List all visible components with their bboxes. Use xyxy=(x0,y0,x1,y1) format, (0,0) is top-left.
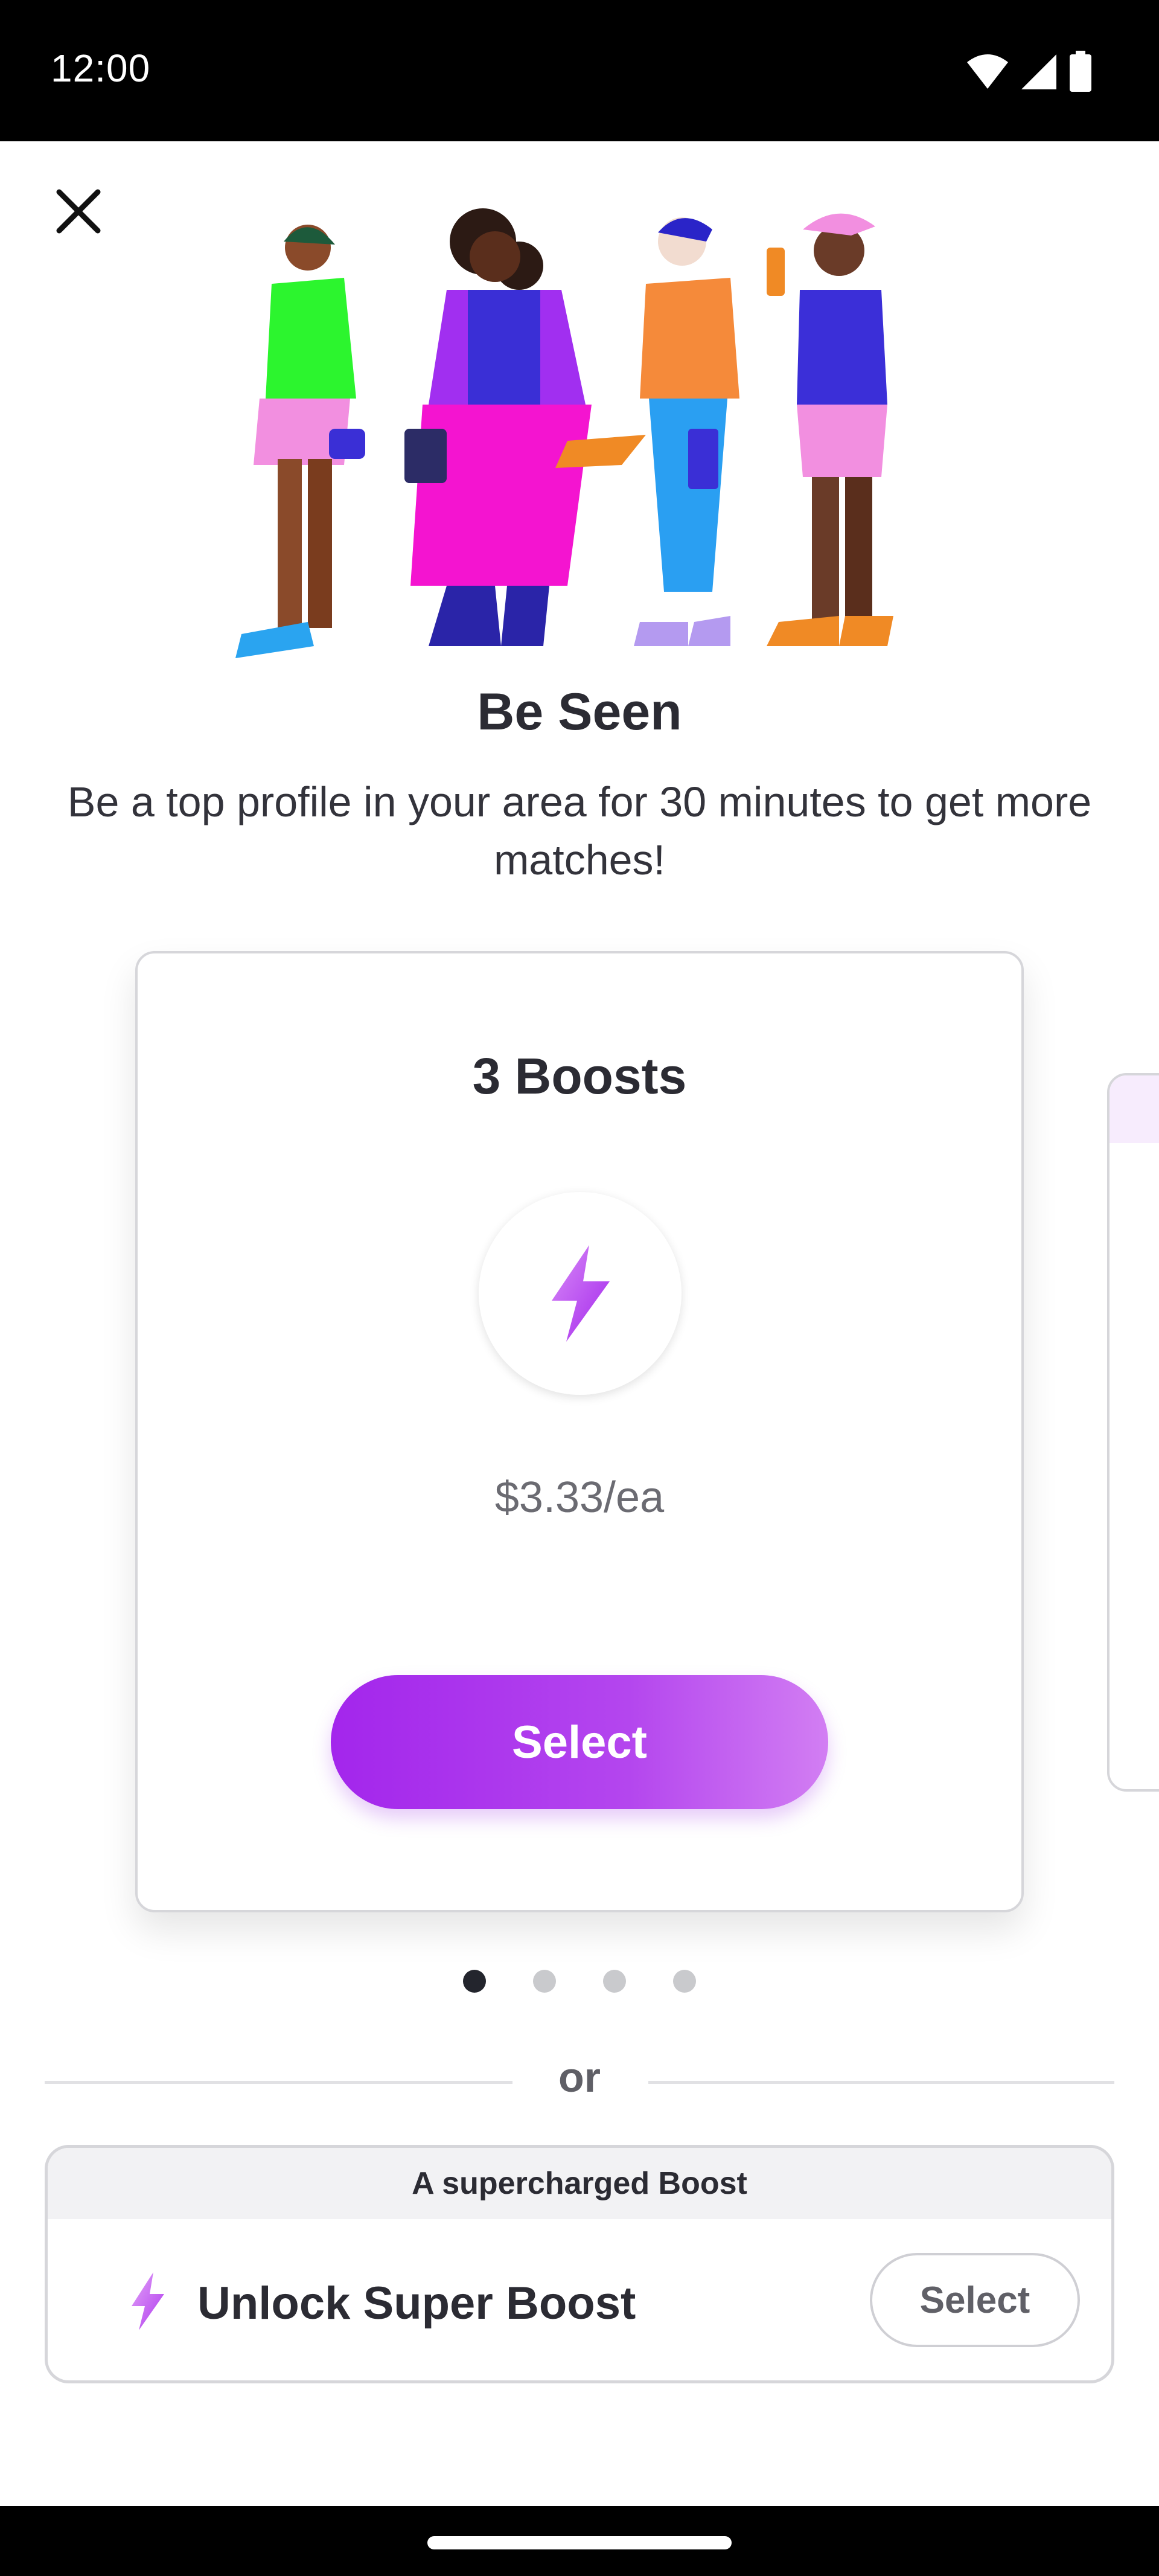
super-boost-header: A supercharged Boost xyxy=(48,2148,1111,2219)
status-time: 12:00 xyxy=(51,46,151,90)
page-title: Be Seen xyxy=(477,683,682,741)
super-boost-select-button[interactable]: Select xyxy=(870,2253,1080,2347)
super-boost-row: Unlock Super Boost Select xyxy=(48,2219,1111,2380)
status-icons xyxy=(966,51,1093,93)
next-card-header xyxy=(1110,1075,1159,1143)
lightning-bolt-icon xyxy=(552,1245,610,1342)
close-icon xyxy=(56,189,101,234)
battery-icon xyxy=(1070,51,1091,92)
status-bar: 12:00 xyxy=(0,0,1159,141)
carousel-pagination xyxy=(0,1970,1159,1993)
or-label: or xyxy=(558,2054,601,2101)
super-boost-label: Unlock Super Boost xyxy=(197,2278,636,2329)
boost-package-card[interactable]: 3 Boosts $3.33/ea Select xyxy=(135,951,1024,1912)
page-subtitle: Be a top profile in your area for 30 min… xyxy=(67,778,1092,883)
close-button[interactable] xyxy=(42,175,115,248)
wifi-icon xyxy=(967,54,1008,89)
boost-card-title: 3 Boosts xyxy=(472,1048,687,1104)
lightning-bolt-icon xyxy=(132,2272,164,2330)
cellular-signal-icon xyxy=(1021,54,1056,89)
next-package-card[interactable] xyxy=(1107,1073,1159,1792)
pagination-dot[interactable] xyxy=(533,1970,556,1993)
pagination-dot[interactable] xyxy=(673,1970,696,1993)
super-boost-option[interactable]: A supercharged Boost Unlock Super Boost … xyxy=(45,2145,1114,2383)
people-illustration xyxy=(235,208,893,658)
select-button[interactable]: Select xyxy=(331,1675,828,1809)
pagination-dot[interactable] xyxy=(463,1970,486,1993)
boost-price: $3.33/ea xyxy=(494,1473,665,1522)
boost-icon-circle xyxy=(479,1192,682,1395)
home-gesture-handle[interactable] xyxy=(427,2536,732,2549)
pagination-dot[interactable] xyxy=(603,1970,626,1993)
